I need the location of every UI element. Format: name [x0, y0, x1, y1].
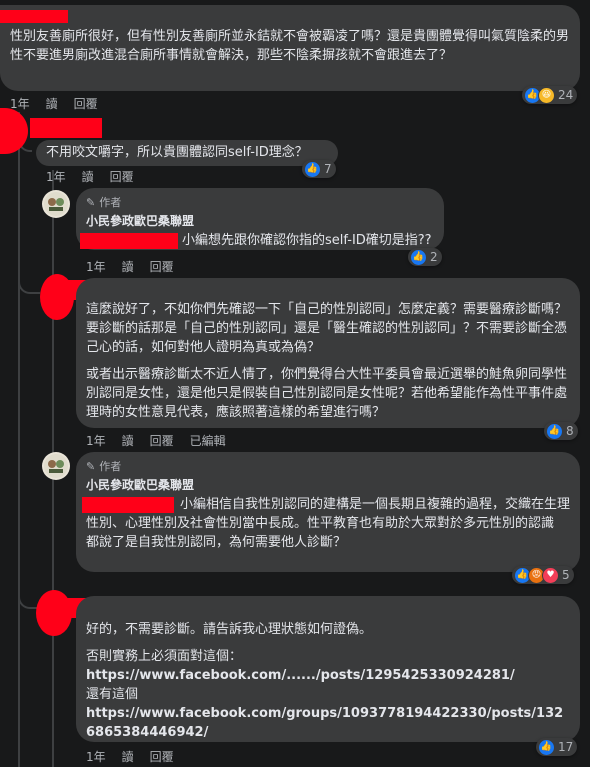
reply-actions: 1年 讀 回覆 — [86, 258, 174, 275]
read-button[interactable]: 讀 — [122, 748, 134, 765]
reply-time[interactable]: 1年 — [46, 168, 66, 185]
author-name[interactable]: 小民參政歐巴桑聯盟 — [86, 212, 434, 231]
pencil-icon: ✎ — [86, 460, 96, 473]
like-icon: 👍 — [410, 248, 427, 266]
reaction-summary[interactable]: 👍 7 — [302, 160, 336, 178]
reply-text: 否則實務上必須面對這個： — [86, 649, 243, 664]
post-link[interactable]: https://www.facebook.com/....../posts/12… — [86, 666, 570, 685]
edited-label: 已編輯 — [189, 434, 226, 448]
author-reply-bubble: ✎ 作者 小民參政歐巴桑聯盟 小編想先跟你確認你指的self-ID確切是指?? — [76, 188, 444, 250]
read-button[interactable]: 讀 — [122, 432, 134, 449]
reply-button[interactable]: 回覆 — [150, 258, 174, 275]
post-link[interactable]: https://www.facebook.com/groups/10937781… — [86, 704, 570, 742]
redacted-mention — [80, 233, 178, 249]
reaction-summary[interactable]: 👍 8 — [544, 422, 578, 440]
reaction-summary[interactable]: 👍 17 — [536, 738, 578, 756]
reply-button[interactable]: 回覆 — [150, 432, 174, 449]
author-badge: ✎ 作者 — [86, 193, 434, 212]
page-logo-icon — [44, 454, 68, 478]
reply-button[interactable]: 回覆 — [150, 748, 174, 765]
reply-text-wrap: 小編想先跟你確認你指的self-ID確切是指?? — [80, 231, 434, 250]
read-button[interactable]: 讀 — [122, 258, 134, 275]
redacted-mention — [82, 497, 174, 513]
reply-text: 或者出示醫療診斷太不近人情了，你們覺得台大性平委員會最近選舉的鮭魚卵同學性別認同… — [86, 367, 568, 420]
reply-time[interactable]: 1年 — [86, 748, 106, 765]
page-avatar[interactable] — [42, 452, 70, 480]
reply-text: 小編想先跟你確認你指的self-ID確切是指?? — [182, 233, 432, 248]
reply-time[interactable]: 1年 — [86, 432, 106, 449]
pencil-icon: ✎ — [86, 196, 96, 209]
reply-bubble: 好的，不需要診斷。請告訴我心理狀態如何證偽。 否則實務上必須面對這個： http… — [76, 596, 580, 742]
reply-button[interactable]: 回覆 — [110, 168, 134, 185]
haha-icon: 😆 — [538, 86, 555, 104]
reply-text-wrap: 小編相信自我性別認同的建構是一個長期且複雜的過程，交織在生理性別、心理性別及社會… — [82, 495, 570, 533]
love-icon: ♥ — [542, 566, 559, 584]
reply-bubble: 這麼說好了，不如你們先確認一下「自己的性別認同」怎麼定義？需要醫療診斷嗎？要診斷… — [76, 278, 580, 428]
reply-text: 還有這個 — [86, 687, 139, 702]
reply-button[interactable]: 回覆 — [74, 95, 98, 112]
reply-text: 不用咬文嚼字，所以貴團體認同self-ID理念？ — [46, 145, 308, 160]
author-badge: ✎ 作者 — [86, 457, 570, 476]
redacted-name — [30, 118, 102, 138]
author-name[interactable]: 小民參政歐巴桑聯盟 — [86, 476, 570, 495]
redacted-name — [0, 10, 68, 23]
thread-connector — [18, 262, 40, 294]
reply-text: 這麼說好了，不如你們先確認一下「自己的性別認同」怎麼定義？需要醫療診斷嗎？要診斷… — [86, 302, 568, 355]
like-icon: 👍 — [546, 422, 563, 440]
reaction-summary[interactable]: 👍 😆 24 — [522, 86, 578, 104]
comment-text: 性別友善廁所很好，但有性別友善廁所並永銡就不會被霸凌了嗎？還是貴團體覺得叫氣質陰… — [10, 29, 570, 63]
thread-line — [18, 112, 20, 767]
author-reply-bubble: ✎ 作者 小民參政歐巴桑聯盟 小編相信自我性別認同的建構是一個長期且複雜的過程，交… — [76, 452, 580, 572]
comment-bubble: 性別友善廁所很好，但有性別友善廁所並永銡就不會被霸凌了嗎？還是貴團體覺得叫氣質陰… — [0, 5, 580, 91]
reaction-summary[interactable]: 👍 😡 ♥ 5 — [512, 566, 574, 584]
reply-actions: 1年 讀 回覆 已編輯 — [86, 432, 226, 449]
reaction-summary[interactable]: 👍 2 — [408, 248, 442, 266]
read-button[interactable]: 讀 — [82, 168, 94, 185]
like-icon: 👍 — [304, 160, 321, 178]
reply-text: 好的，不需要診斷。請告訴我心理狀態如何證偽。 — [86, 622, 373, 637]
reply-actions: 1年 讀 回覆 — [86, 748, 174, 765]
reply-text: 都說了是自我性別認同，為何需要他人診斷？ — [86, 535, 347, 550]
reply-time[interactable]: 1年 — [86, 258, 106, 275]
page-avatar[interactable] — [42, 190, 70, 218]
like-icon: 👍 — [538, 738, 555, 756]
reply-bubble: 不用咬文嚼字，所以貴團體認同self-ID理念？ — [36, 140, 338, 166]
read-button[interactable]: 讀 — [46, 95, 58, 112]
reply-actions: 1年 讀 回覆 — [46, 168, 134, 185]
page-logo-icon — [44, 192, 68, 216]
comment-actions: 1年 讀 回覆 — [10, 95, 98, 112]
